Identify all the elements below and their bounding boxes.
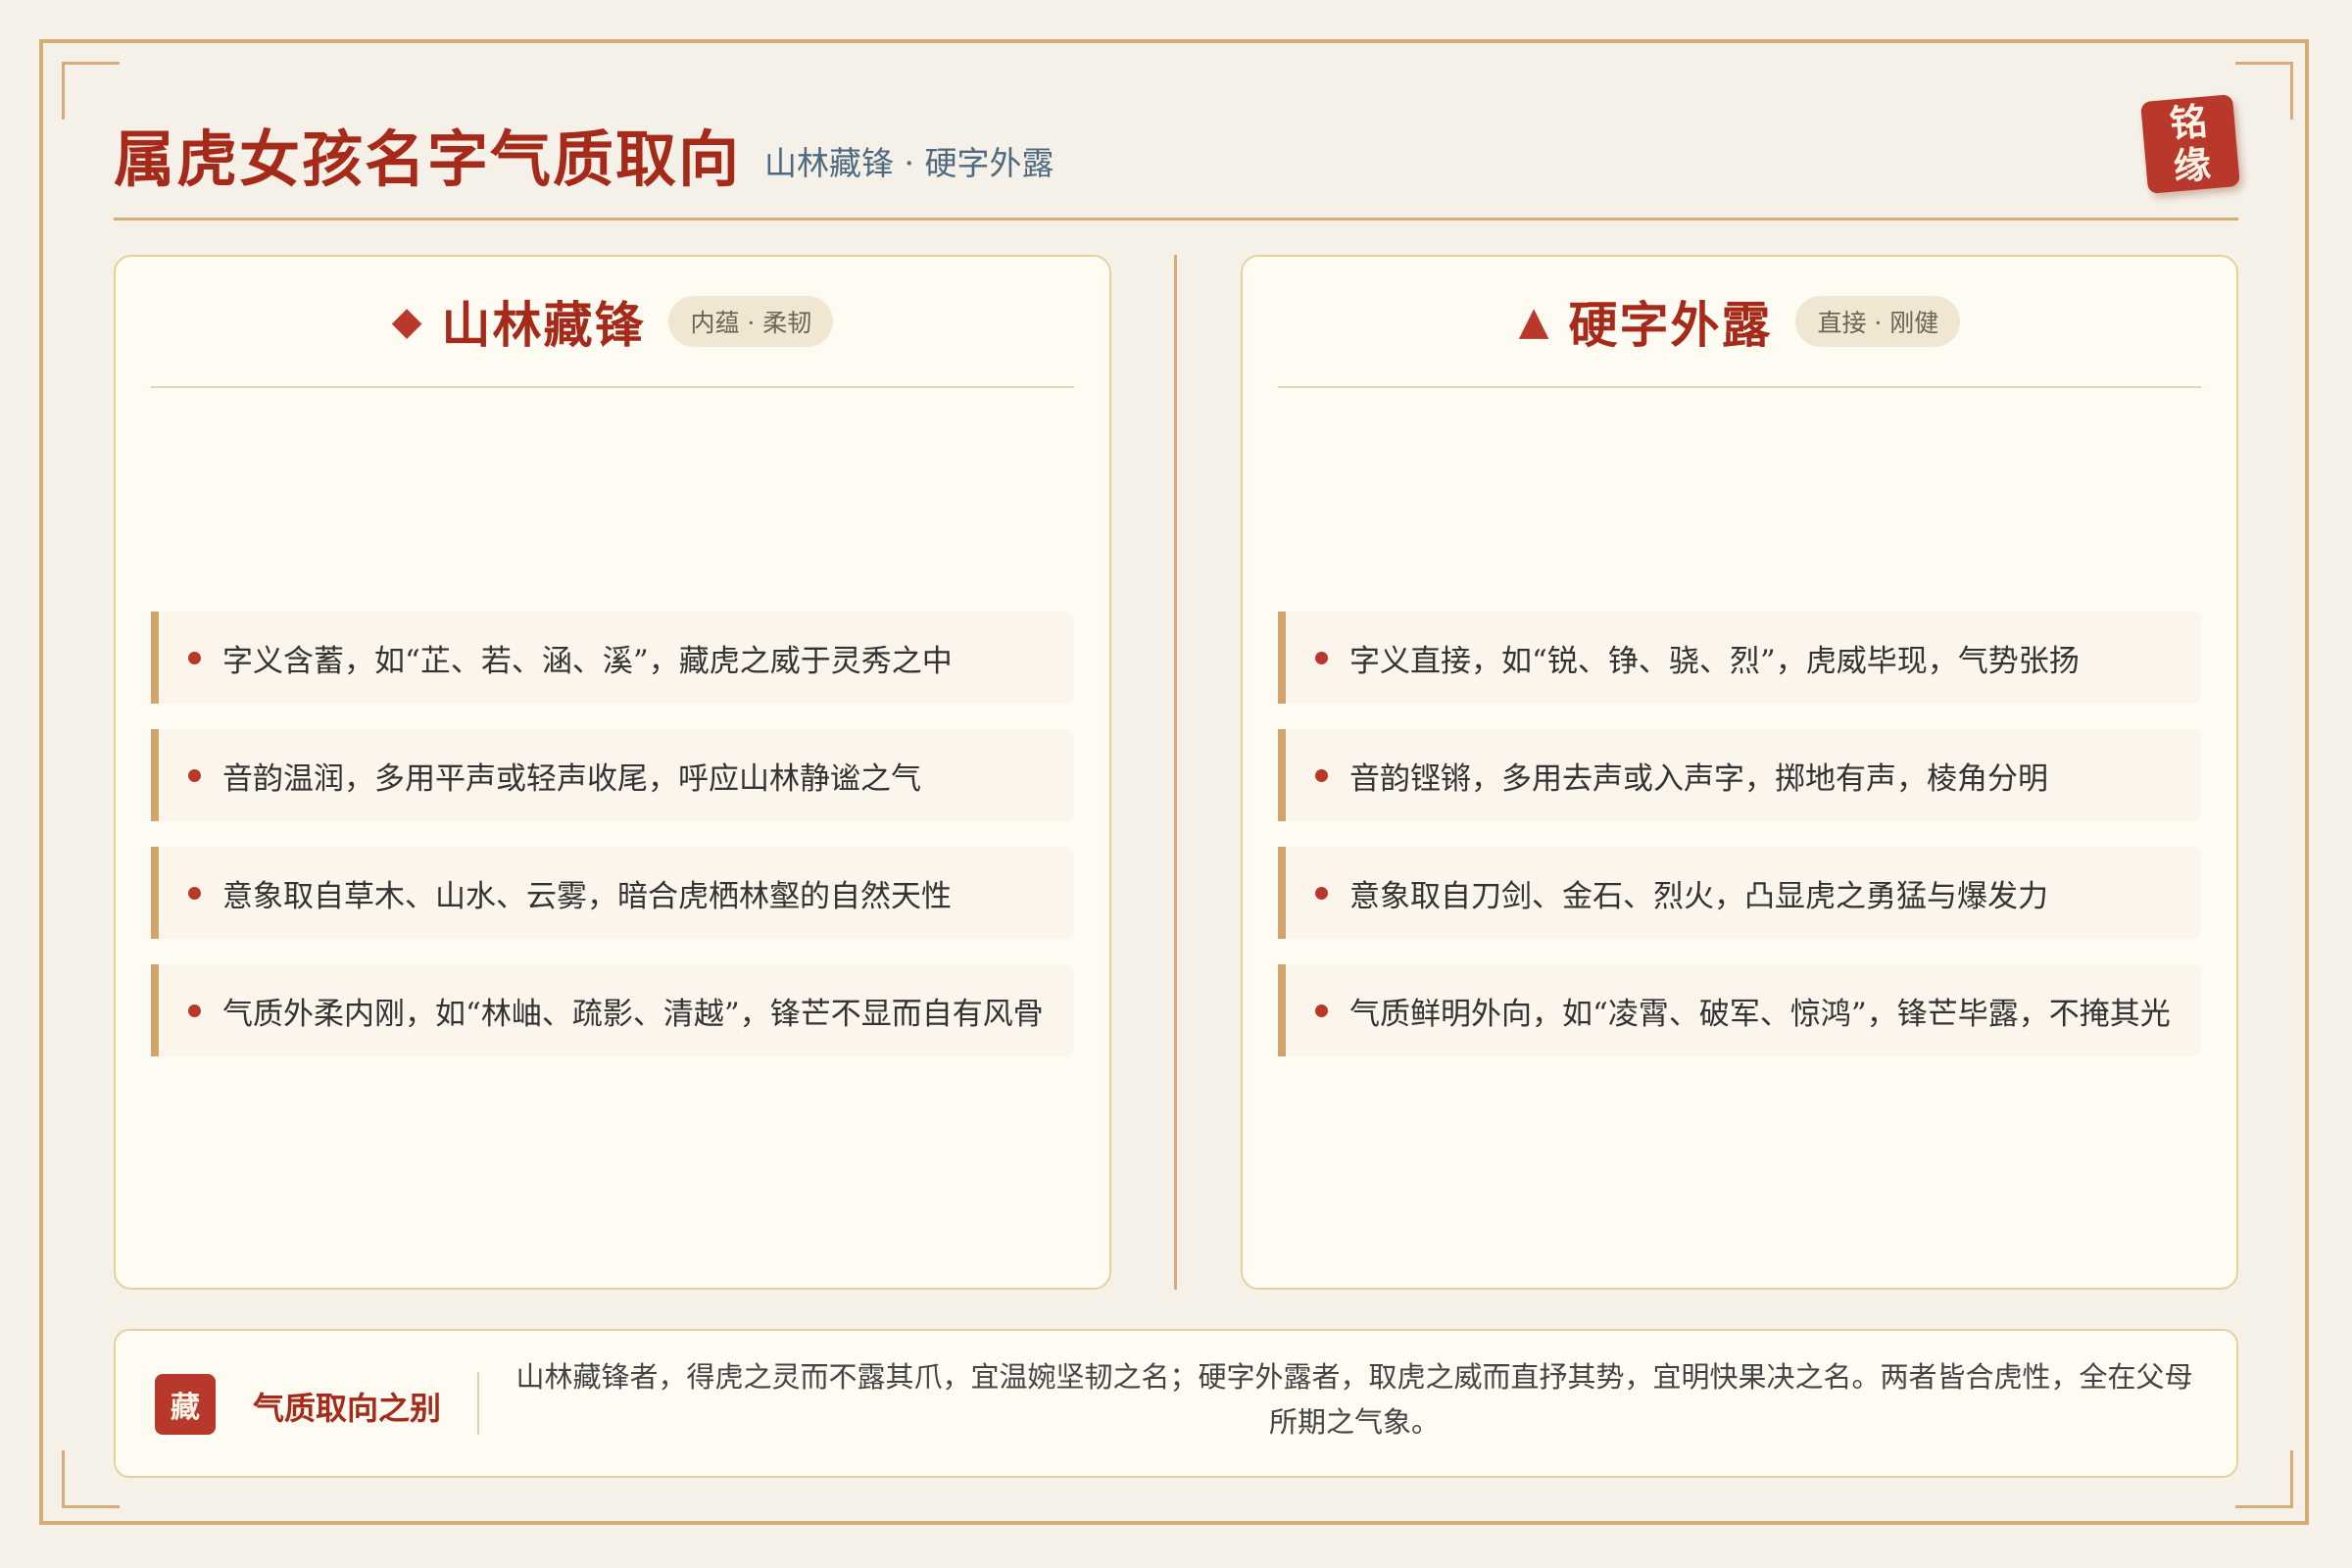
diamond-icon: ◆ [391,299,422,344]
corner-ornament-bottom-left [62,1450,120,1508]
footer-label: 气质取向之别 [253,1390,442,1427]
corner-ornament-top-right [2235,62,2293,120]
bullet-dot-icon [1315,886,1328,900]
bullet-dot-icon [1315,768,1328,782]
seal-stamp: 铭 缘 [2140,94,2240,194]
list-item: 意象取自草木、山水、云雾，暗合虎栖林壑的自然天性 [151,847,1074,939]
trait-list: 字义含蓄，如“芷、若、涵、溪”，藏虎之威于灵秀之中 音韵温润，多用平声或轻声收尾… [151,612,1074,1082]
list-item-text: 字义含蓄，如“芷、若、涵、溪”，藏虎之威于灵秀之中 [222,643,953,679]
panel-title: 山林藏锋 [441,296,646,354]
panel-shanlin: ◆ 山林藏锋 内蕴 · 柔韧 字义含蓄，如“芷、若、涵、溪”，藏虎之威于灵秀之中… [114,255,1111,1290]
list-item-text: 音韵温润，多用平声或轻声收尾，呼应山林静谧之气 [222,760,921,797]
corner-ornament-top-left [62,62,120,120]
trait-list: 字义直接，如“锐、铮、骁、烈”，虎威毕现，气势张扬 音韵铿锵，多用去声或入声字，… [1278,612,2201,1082]
page-header: 属虎女孩名字气质取向 山林藏锋 · 硬字外露 [114,98,2238,220]
panel-badge: 直接 · 刚健 [1795,296,1961,347]
seal-char: 缘 [2171,141,2213,189]
list-item: 音韵温润，多用平声或轻声收尾，呼应山林静谧之气 [151,729,1074,821]
panel-title: 硬字外露 [1568,296,1773,354]
list-item: 意象取自刀剑、金石、烈火，凸显虎之勇猛与爆发力 [1278,847,2201,939]
list-item-text: 气质鲜明外向，如“凌霄、破军、惊鸿”，锋芒毕露，不掩其光 [1349,996,2171,1032]
page-subtitle: 山林藏锋 · 硬字外露 [764,144,1054,182]
list-item-text: 字义直接，如“锐、铮、骁、烈”，虎威毕现，气势张扬 [1349,643,2080,679]
panel-yingzi: ▲ 硬字外露 直接 · 刚健 字义直接，如“锐、铮、骁、烈”，虎威毕现，气势张扬… [1241,255,2238,1290]
footer-badge: 藏 [155,1374,216,1435]
list-item-text: 气质外柔内刚，如“林岫、疏影、清越”，锋芒不显而自有风骨 [222,996,1044,1032]
bullet-dot-icon [188,768,201,782]
bullet-dot-icon [1315,651,1328,664]
list-item: 音韵铿锵，多用去声或入声字，掷地有声，棱角分明 [1278,729,2201,821]
list-item: 气质外柔内刚，如“林岫、疏影、清越”，锋芒不显而自有风骨 [151,964,1074,1056]
list-item-text: 意象取自草木、山水、云雾，暗合虎栖林壑的自然天性 [222,878,952,914]
panel-header: ◆ 山林藏锋 内蕴 · 柔韧 [151,257,1074,388]
list-item-text: 意象取自刀剑、金石、烈火，凸显虎之勇猛与爆发力 [1349,878,2048,914]
summary-footer: 藏 气质取向之别 山林藏锋者，得虎之灵而不露其爪，宜温婉坚韧之名；硬字外露者，取… [114,1329,2238,1478]
list-item: 字义直接，如“锐、铮、骁、烈”，虎威毕现，气势张扬 [1278,612,2201,704]
corner-ornament-bottom-right [2235,1450,2293,1508]
footer-text: 山林藏锋者，得虎之灵而不露其爪，宜温婉坚韧之名；硬字外露者，取虎之威而直抒其势，… [515,1360,2193,1439]
panel-badge: 内蕴 · 柔韧 [668,296,834,347]
panel-divider [1174,255,1177,1290]
bullet-dot-icon [188,886,201,900]
list-item: 气质鲜明外向，如“凌霄、破军、惊鸿”，锋芒毕露，不掩其光 [1278,964,2201,1056]
page-title: 属虎女孩名字气质取向 [114,123,742,195]
seal-char: 铭 [2168,98,2209,146]
list-item: 字义含蓄，如“芷、若、涵、溪”，藏虎之威于灵秀之中 [151,612,1074,704]
panel-header: ▲ 硬字外露 直接 · 刚健 [1278,257,2201,388]
bullet-dot-icon [1315,1004,1328,1017]
list-item-text: 音韵铿锵，多用去声或入声字，掷地有声，棱角分明 [1349,760,2048,797]
bullet-dot-icon [188,1004,201,1017]
bullet-dot-icon [188,651,201,664]
triangle-icon: ▲ [1518,299,1549,344]
footer-separator [477,1372,479,1435]
